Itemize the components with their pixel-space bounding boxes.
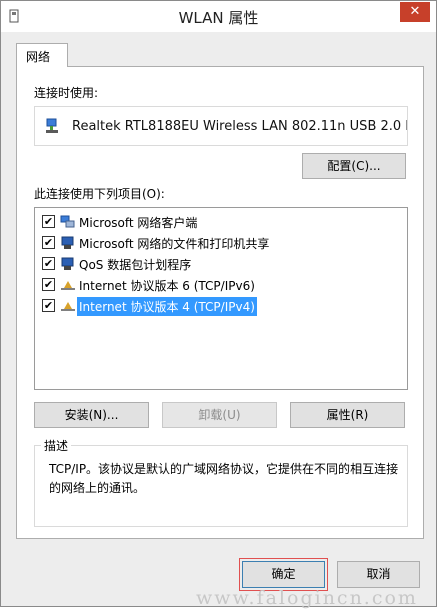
protocol-icon bbox=[61, 281, 75, 290]
connect-using-label: 连接时使用: bbox=[34, 86, 99, 100]
item-label: Internet 协议版本 6 (TCP/IPv6) bbox=[79, 279, 255, 293]
uninstall-button[interactable]: 卸载(U) bbox=[162, 402, 277, 428]
list-item[interactable]: ✔ QoS 数据包计划程序 bbox=[35, 253, 405, 274]
components-list[interactable]: ✔ Microsoft 网络客户端 ✔ Microsoft 网络的文件和打印机共… bbox=[34, 207, 408, 390]
checkbox[interactable]: ✔ bbox=[42, 257, 55, 270]
network-client-icon bbox=[60, 215, 75, 228]
wlan-properties-dialog: WLAN 属性 ✕ 网络 连接时使用: Realtek RTL8188EU Wi… bbox=[0, 0, 437, 609]
list-item[interactable]: ✔ Internet 协议版本 6 (TCP/IPv6) bbox=[35, 274, 405, 295]
file-printer-sharing-icon bbox=[61, 236, 74, 249]
properties-button[interactable]: 属性(R) bbox=[290, 402, 405, 428]
item-label: Microsoft 网络客户端 bbox=[79, 216, 198, 230]
title-bar[interactable]: WLAN 属性 ✕ bbox=[1, 1, 436, 32]
description-title: 描述 bbox=[41, 437, 72, 454]
close-button[interactable]: ✕ bbox=[400, 2, 430, 22]
description-text: TCP/IP。该协议是默认的广域网络协议，它提供在不同的相互连接的网络上的通讯。 bbox=[49, 462, 399, 495]
list-item[interactable]: ✔ Microsoft 网络客户端 bbox=[35, 211, 405, 232]
item-label: Internet 协议版本 4 (TCP/IPv4) bbox=[77, 297, 257, 316]
watermark-text: www.falogincn.com bbox=[196, 587, 418, 609]
item-label: QoS 数据包计划程序 bbox=[79, 258, 192, 272]
adapter-name: Realtek RTL8188EU Wireless LAN 802.11n U… bbox=[72, 119, 407, 134]
cancel-button[interactable]: 取消 bbox=[337, 561, 420, 588]
checkbox[interactable]: ✔ bbox=[42, 299, 55, 312]
checkbox[interactable]: ✔ bbox=[42, 278, 55, 291]
description-group: 描述 TCP/IP。该协议是默认的广域网络协议，它提供在不同的相互连接的网络上的… bbox=[34, 437, 408, 527]
networking-panel: 连接时使用: Realtek RTL8188EU Wireless LAN 80… bbox=[16, 66, 424, 539]
protocol-icon bbox=[61, 302, 75, 311]
tab-networking[interactable]: 网络 bbox=[16, 43, 68, 67]
checkbox[interactable]: ✔ bbox=[42, 236, 55, 249]
install-button[interactable]: 安装(N)... bbox=[34, 402, 149, 428]
window-title: WLAN 属性 bbox=[178, 9, 259, 27]
item-label: Microsoft 网络的文件和打印机共享 bbox=[79, 237, 270, 251]
list-item-selected[interactable]: ✔ Internet 协议版本 4 (TCP/IPv4) bbox=[35, 295, 405, 316]
qos-icon bbox=[61, 257, 74, 270]
adapter-box: Realtek RTL8188EU Wireless LAN 802.11n U… bbox=[34, 106, 408, 146]
checkbox[interactable]: ✔ bbox=[42, 215, 55, 228]
list-item[interactable]: ✔ Microsoft 网络的文件和打印机共享 bbox=[35, 232, 405, 253]
network-adapter-icon bbox=[46, 118, 58, 133]
items-label: 此连接使用下列项目(O): bbox=[34, 187, 165, 201]
configure-button[interactable]: 配置(C)... bbox=[302, 153, 406, 179]
